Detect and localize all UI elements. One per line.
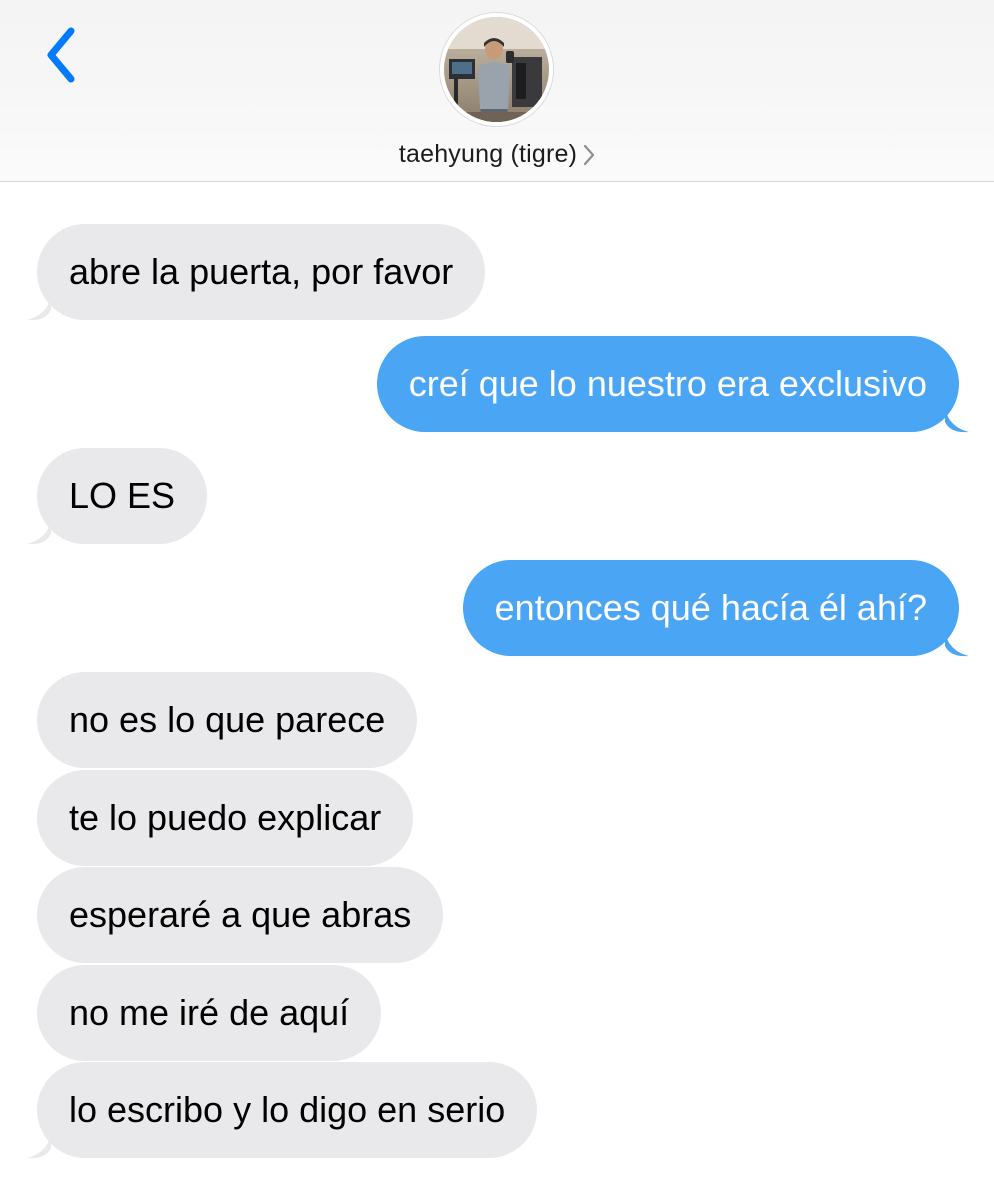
message-text: LO ES bbox=[69, 475, 176, 516]
message-text: no me iré de aquí bbox=[69, 992, 350, 1033]
message-bubble-sent[interactable]: creí que lo nuestro era exclusivo bbox=[376, 336, 969, 433]
message-text: lo escribo y lo digo en serio bbox=[69, 1089, 506, 1130]
bubble-tail bbox=[945, 632, 969, 657]
message-text: no es lo que parece bbox=[69, 699, 386, 740]
bubble-tail bbox=[27, 296, 51, 321]
message-text: abre la puerta, por favor bbox=[69, 251, 454, 292]
message-bubble-received[interactable]: te lo puedo explicar bbox=[37, 770, 414, 866]
bubble-tail bbox=[27, 520, 51, 545]
contact-avatar[interactable] bbox=[440, 13, 553, 126]
message-bubble-received[interactable]: lo escribo y lo digo en serio bbox=[27, 1062, 538, 1159]
back-button[interactable] bbox=[30, 20, 90, 90]
message-bubble-received[interactable]: no me iré de aquí bbox=[37, 965, 382, 1061]
message-text: entonces qué hacía él ahí? bbox=[494, 587, 927, 628]
contact-name-button[interactable]: taehyung (tigre) bbox=[0, 133, 994, 175]
conversation-header: taehyung (tigre) bbox=[0, 0, 994, 182]
bubble-tail bbox=[27, 1134, 51, 1159]
message-text: creí que lo nuestro era exclusivo bbox=[408, 363, 927, 404]
message-text: esperaré a que abras bbox=[69, 894, 412, 935]
contact-name: taehyung (tigre) bbox=[398, 139, 578, 168]
message-bubble-sent[interactable]: entonces qué hacía él ahí? bbox=[462, 560, 969, 657]
bubble-tail bbox=[945, 408, 969, 433]
chevron-right-icon bbox=[583, 142, 595, 166]
message-bubble-received[interactable]: LO ES bbox=[27, 448, 208, 545]
chevron-left-icon bbox=[47, 27, 75, 83]
message-text: te lo puedo explicar bbox=[69, 797, 382, 838]
message-thread: abre la puerta, por favor creí que lo nu… bbox=[0, 182, 994, 1200]
message-bubble-received[interactable]: abre la puerta, por favor bbox=[27, 224, 486, 321]
contact-photo bbox=[444, 17, 549, 122]
message-bubble-received[interactable]: no es lo que parece bbox=[37, 672, 418, 768]
message-bubble-received[interactable]: esperaré a que abras bbox=[37, 867, 444, 963]
